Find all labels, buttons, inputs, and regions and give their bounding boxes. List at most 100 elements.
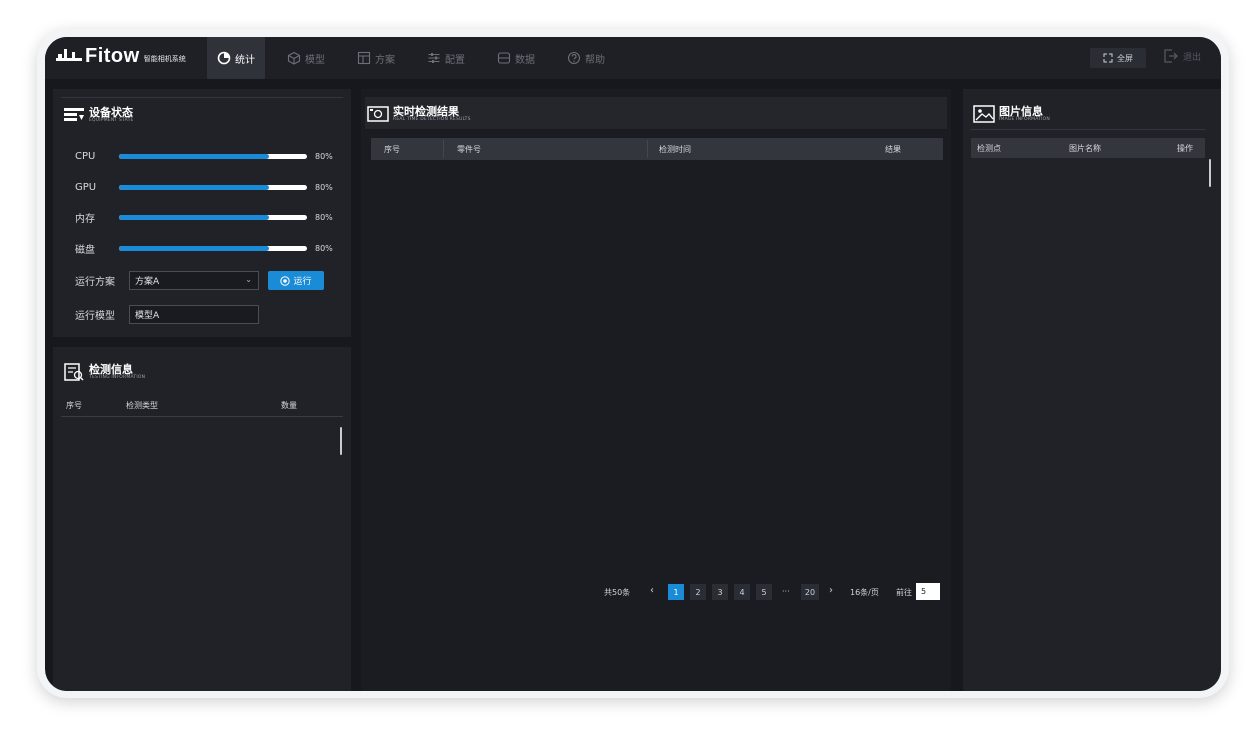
nav-item-data[interactable]: 数据: [487, 37, 545, 79]
pagination-ellipsis: ···: [782, 587, 790, 596]
column-header: 检测点: [977, 143, 1001, 153]
stat-label: 内存: [75, 213, 95, 225]
pagination-next[interactable]: ›: [829, 585, 833, 596]
nav-label: 统计: [235, 54, 255, 66]
help-circle-icon: [567, 51, 581, 65]
column-header: 检测类型: [126, 400, 158, 410]
logo-text: Fitow: [85, 45, 140, 67]
chevron-down-icon: ⌄: [245, 275, 252, 284]
panel-subtitle: IMAGE INFORMATION: [999, 117, 1050, 122]
page-button-last[interactable]: 20: [801, 584, 819, 600]
stat-row-disk: 磁盘 80%: [75, 242, 333, 256]
nav-label: 模型: [305, 54, 325, 66]
stat-value: 80%: [315, 243, 333, 253]
panel-header: 图片信息 IMAGE INFORMATION: [971, 97, 1205, 130]
nav-item-model[interactable]: 模型: [277, 37, 335, 79]
run-model-row: 运行模型 模型A: [75, 305, 259, 324]
layout-icon: [357, 51, 371, 65]
page-button-2[interactable]: 2: [690, 584, 706, 600]
page-button-1[interactable]: 1: [668, 584, 684, 600]
image-info-panel: 图片信息 IMAGE INFORMATION 检测点 图片名称 操作: [963, 89, 1221, 691]
nav-item-scheme[interactable]: 方案: [347, 37, 405, 79]
clipboard-icon: [64, 363, 84, 381]
page-button-4[interactable]: 4: [734, 584, 750, 600]
panel-header: 实时检测结果 REAL TIME DETECTION RESULTS: [365, 97, 947, 129]
logout-label: 退出: [1183, 52, 1202, 63]
logout-button[interactable]: 退出: [1163, 48, 1201, 64]
stat-row-cpu: CPU 80%: [75, 150, 333, 162]
run-button-label: 运行: [293, 277, 312, 287]
column-divider: [647, 140, 648, 158]
database-icon: [497, 52, 511, 64]
monitor-icon: [367, 106, 389, 122]
progress-bar: [119, 153, 307, 159]
pagination-total: 共50条: [604, 588, 631, 597]
realtime-table-header: 序号 零件号 检测时间 结果: [371, 138, 943, 160]
scrollbar[interactable]: [1209, 159, 1211, 187]
progress-fill: [119, 153, 270, 159]
top-bar: Fitow 智能相机系统 统计 模型 方案 配置 数据 帮助 全屏 退出: [45, 37, 1221, 79]
column-header: 零件号: [457, 144, 481, 154]
nav-item-config[interactable]: 配置: [417, 37, 475, 79]
scheme-select-value: 方案A: [135, 277, 160, 287]
page-button-3[interactable]: 3: [712, 584, 728, 600]
progress-bar: [119, 184, 307, 190]
nav-label: 帮助: [585, 54, 605, 66]
pagination-goto-input[interactable]: 5: [916, 583, 940, 600]
progress-bar: [119, 245, 307, 251]
sliders-icon: [428, 53, 440, 63]
model-input-value: 模型A: [135, 311, 160, 321]
panel-subtitle: REAL TIME DETECTION RESULTS: [393, 117, 471, 122]
run-model-label: 运行模型: [75, 311, 115, 322]
image-icon: [973, 105, 995, 123]
column-header: 操作: [1177, 143, 1193, 153]
panel-header: 检测信息 TESTING INFORMATION: [61, 355, 343, 387]
run-scheme-row: 运行方案 方案A ⌄ 运行: [75, 271, 324, 290]
logout-icon: [1164, 49, 1178, 63]
pagination-prev[interactable]: ‹: [650, 585, 654, 596]
main-nav: 统计 模型 方案 配置 数据 帮助: [207, 37, 627, 79]
column-header: 序号: [66, 400, 82, 410]
pie-chart-icon: [217, 51, 231, 65]
scheme-select[interactable]: 方案A ⌄: [129, 271, 259, 290]
column-header: 图片名称: [1069, 143, 1101, 153]
fullscreen-label: 全屏: [1117, 53, 1133, 63]
pagination-per-page[interactable]: 16条/页: [850, 587, 879, 598]
panel-header: 设备状态 EQUIPMENT STATE: [61, 97, 343, 130]
stat-label: GPU: [75, 181, 97, 193]
logo-subtitle: 智能相机系统: [143, 55, 186, 63]
nav-label: 配置: [445, 54, 465, 66]
nav-item-help[interactable]: 帮助: [557, 37, 615, 79]
logo-mark-icon: [56, 49, 82, 61]
nav-label: 方案: [375, 54, 395, 66]
equipment-state-panel: 设备状态 EQUIPMENT STATE CPU 80% GPU 80% 内存 …: [53, 89, 351, 337]
column-divider: [443, 140, 444, 158]
stat-value: 80%: [315, 212, 333, 222]
stat-label: CPU: [75, 150, 96, 162]
scrollbar[interactable]: [340, 427, 342, 455]
progress-fill: [119, 184, 270, 190]
stat-value: 80%: [315, 151, 333, 161]
fullscreen-icon: [1103, 53, 1113, 63]
realtime-results-panel: 实时检测结果 REAL TIME DETECTION RESULTS 序号 零件…: [361, 89, 951, 691]
equipment-icon: [64, 108, 84, 121]
nav-label: 数据: [515, 54, 535, 66]
page-button-5[interactable]: 5: [756, 584, 772, 600]
progress-bar: [119, 214, 307, 220]
column-header: 序号: [384, 144, 400, 154]
stat-row-memory: 内存 80%: [75, 211, 333, 225]
stat-label: 磁盘: [75, 244, 95, 256]
model-input[interactable]: 模型A: [129, 305, 259, 324]
stat-value: 80%: [315, 182, 333, 192]
column-header: 数量: [281, 400, 297, 410]
panel-subtitle: TESTING INFORMATION: [89, 375, 146, 380]
play-circle-icon: [280, 275, 291, 286]
stat-row-gpu: GPU 80%: [75, 181, 333, 193]
nav-item-stats[interactable]: 统计: [207, 37, 265, 79]
fullscreen-button[interactable]: 全屏: [1090, 48, 1146, 68]
image-table-header: 检测点 图片名称 操作: [971, 138, 1205, 158]
run-button[interactable]: 运行: [268, 271, 324, 290]
pagination-goto-label: 前往: [896, 588, 912, 597]
testing-table-header: 序号 检测类型 数量: [61, 394, 343, 417]
run-scheme-label: 运行方案: [75, 277, 115, 288]
